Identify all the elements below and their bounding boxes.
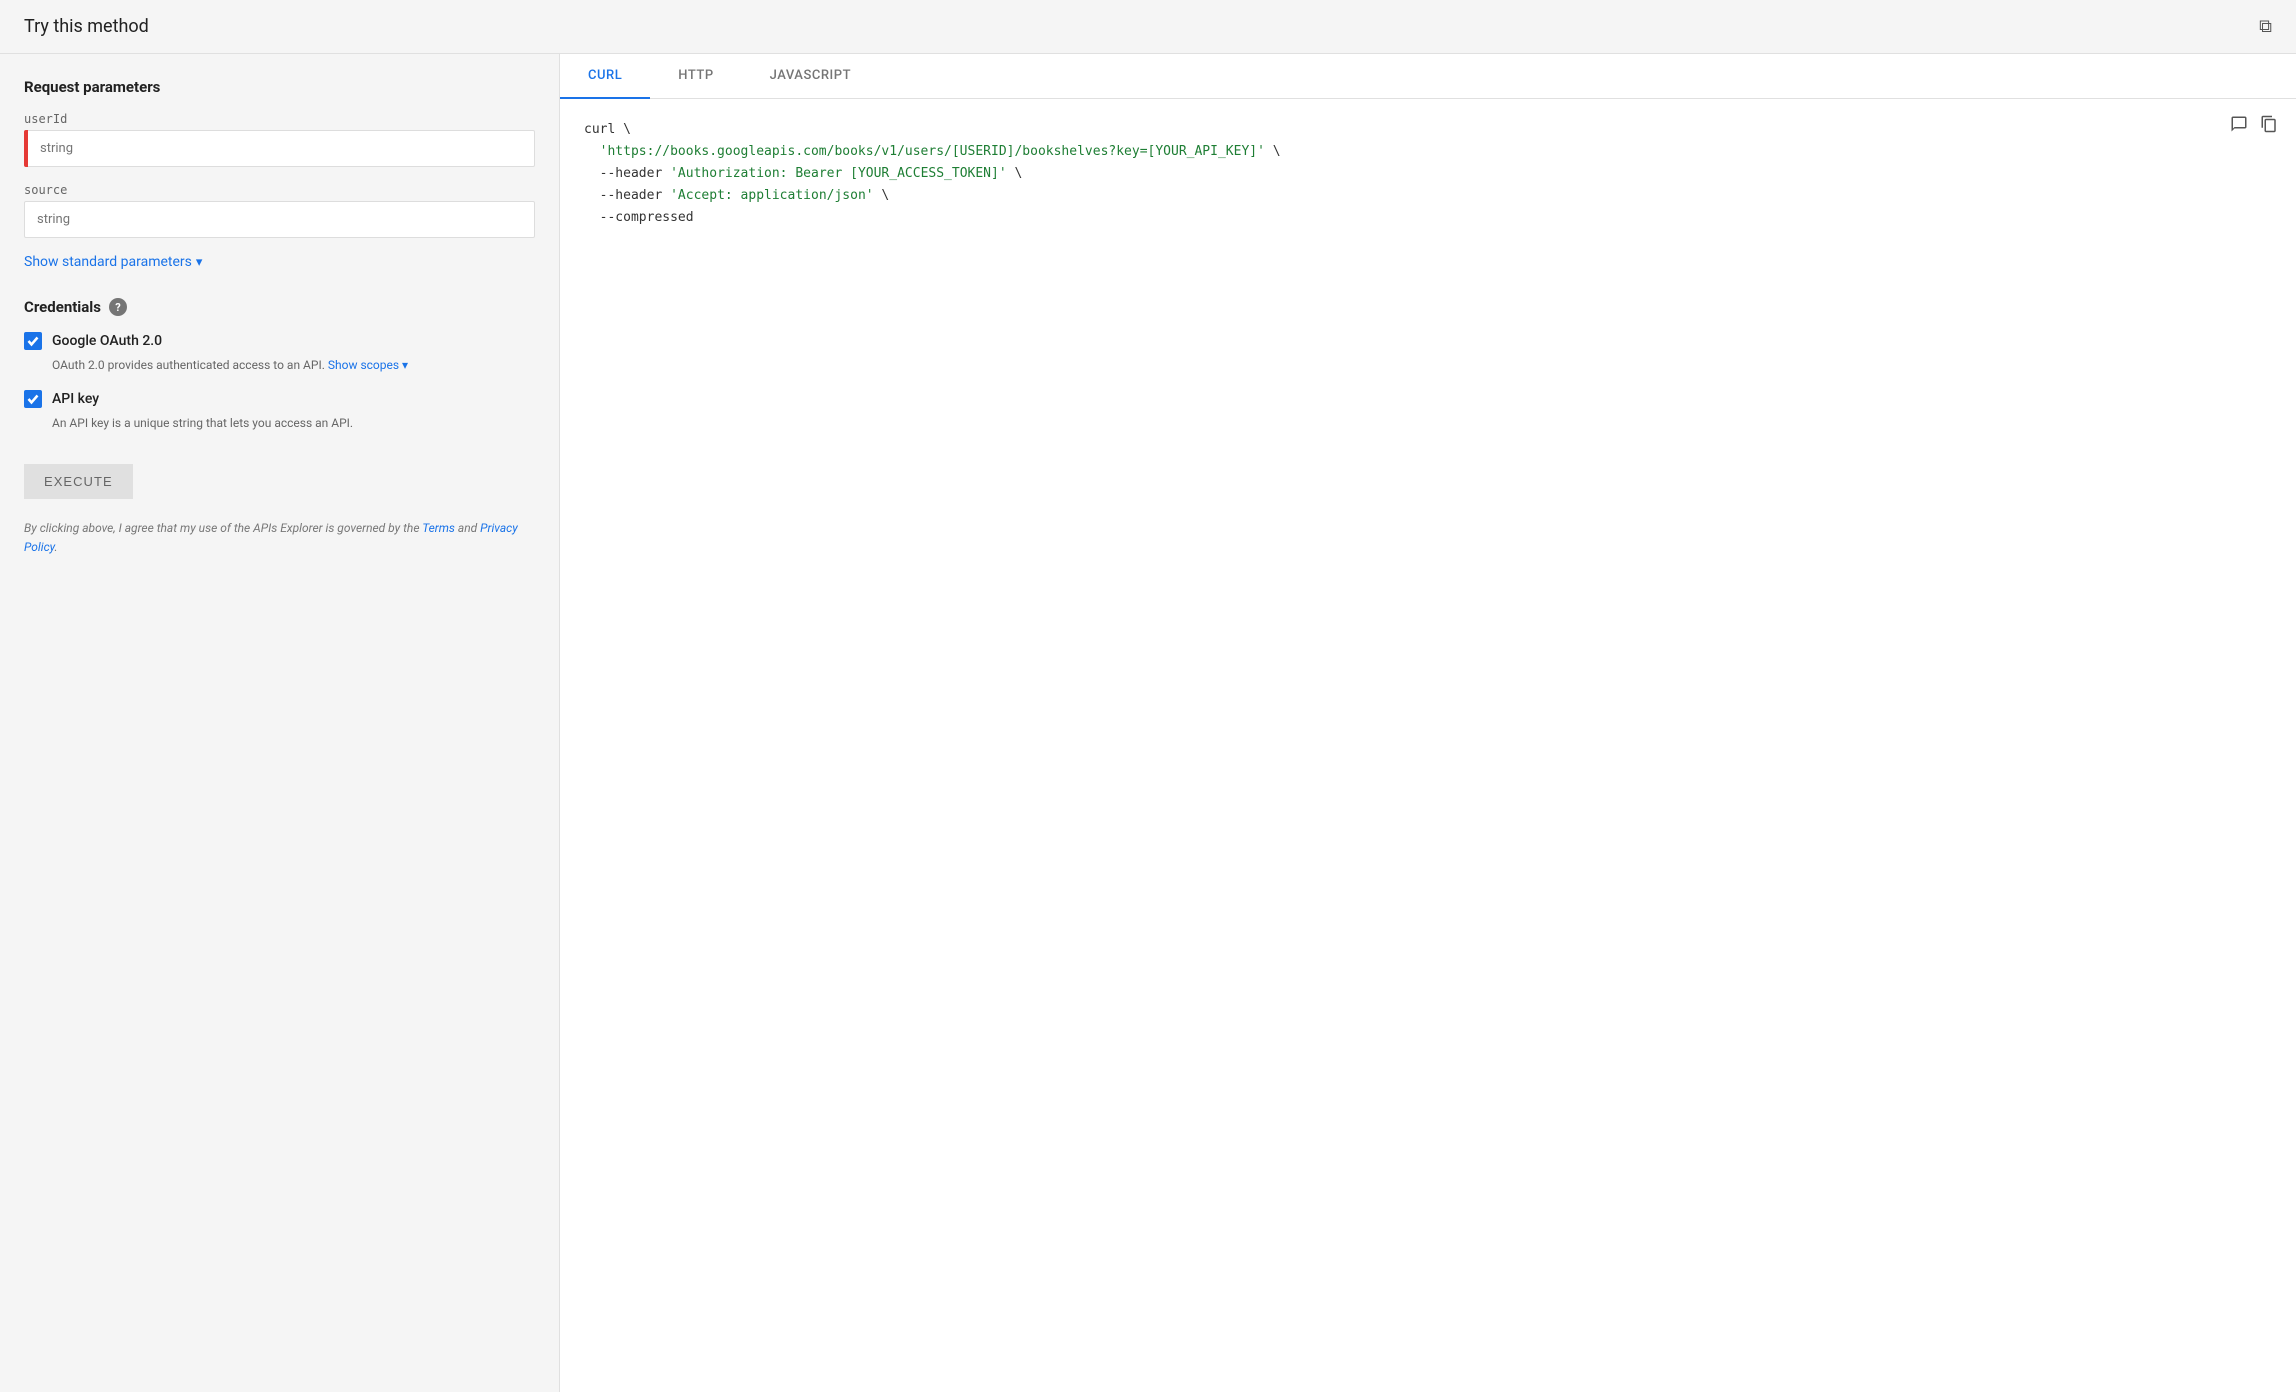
- legal-text-before: By clicking above, I agree that my use o…: [24, 521, 420, 535]
- credentials-help-icon[interactable]: ?: [109, 298, 127, 316]
- credentials-header: Credentials ?: [24, 298, 535, 316]
- credential-oauth-row: Google OAuth 2.0: [24, 332, 535, 350]
- oauth-desc-text: OAuth 2.0 provides authenticated access …: [52, 358, 325, 372]
- copy-icon[interactable]: [2258, 113, 2280, 145]
- param-userid-label: userId: [24, 112, 535, 126]
- code-line-2: 'https://books.googleapis.com/books/v1/u…: [584, 141, 2272, 163]
- code-line-5: --compressed: [584, 207, 2272, 229]
- code-panel: curl \ 'https://books.googleapis.com/boo…: [560, 99, 2296, 1392]
- credential-oauth: Google OAuth 2.0 OAuth 2.0 provides auth…: [24, 332, 535, 374]
- code-line-1: curl \: [584, 119, 2272, 141]
- show-standard-params-link[interactable]: Show standard parameters ▾: [24, 254, 535, 270]
- param-source-label: source: [24, 183, 535, 197]
- execute-button[interactable]: EXECUTE: [24, 464, 133, 499]
- right-panel: cURL HTTP JAVASCRIPT curl \ 'https://boo…: [560, 54, 2296, 1392]
- credential-apikey-row: API key: [24, 390, 535, 408]
- code-block: curl \ 'https://books.googleapis.com/boo…: [584, 119, 2272, 229]
- header: Try this method ⧉: [0, 0, 2296, 54]
- param-userid: userId: [24, 112, 535, 167]
- legal-period: .: [55, 540, 58, 554]
- credential-apikey: API key An API key is a unique string th…: [24, 390, 535, 432]
- param-source: source: [24, 183, 535, 238]
- chevron-down-icon: ▾: [196, 255, 203, 270]
- apikey-label: API key: [52, 391, 99, 407]
- terms-link[interactable]: Terms: [422, 521, 455, 535]
- code-line-3: --header 'Authorization: Bearer [YOUR_AC…: [584, 163, 2272, 185]
- legal-and: and: [458, 521, 477, 535]
- apikey-checkbox[interactable]: [24, 390, 42, 408]
- expand-icon[interactable]: ⧉: [2259, 16, 2272, 37]
- chat-icon[interactable]: [2228, 113, 2250, 145]
- show-scopes-link[interactable]: Show scopes ▾: [328, 358, 408, 372]
- tab-http[interactable]: HTTP: [650, 54, 741, 99]
- param-source-input[interactable]: [24, 201, 535, 238]
- page-title: Try this method: [24, 16, 149, 37]
- param-source-input-wrapper: [24, 201, 535, 238]
- main-content: Request parameters userId source Show st…: [0, 54, 2296, 1392]
- legal-text: By clicking above, I agree that my use o…: [24, 519, 535, 557]
- param-userid-input-wrapper: [24, 130, 535, 167]
- show-standard-params-label: Show standard parameters: [24, 254, 192, 270]
- tab-javascript[interactable]: JAVASCRIPT: [742, 54, 879, 99]
- app-container: Try this method ⧉ Request parameters use…: [0, 0, 2296, 1392]
- oauth-checkbox[interactable]: [24, 332, 42, 350]
- tabs: cURL HTTP JAVASCRIPT: [560, 54, 2296, 99]
- tab-curl[interactable]: cURL: [560, 54, 650, 99]
- oauth-desc: OAuth 2.0 provides authenticated access …: [52, 356, 535, 374]
- request-params-title: Request parameters: [24, 78, 535, 96]
- param-userid-input[interactable]: [28, 130, 535, 167]
- left-panel: Request parameters userId source Show st…: [0, 54, 560, 1392]
- apikey-desc: An API key is a unique string that lets …: [52, 414, 535, 432]
- oauth-label: Google OAuth 2.0: [52, 333, 162, 349]
- code-toolbar: [2228, 113, 2280, 145]
- code-line-4: --header 'Accept: application/json' \: [584, 185, 2272, 207]
- apikey-desc-text: An API key is a unique string that lets …: [52, 416, 353, 430]
- credentials-title: Credentials: [24, 298, 101, 316]
